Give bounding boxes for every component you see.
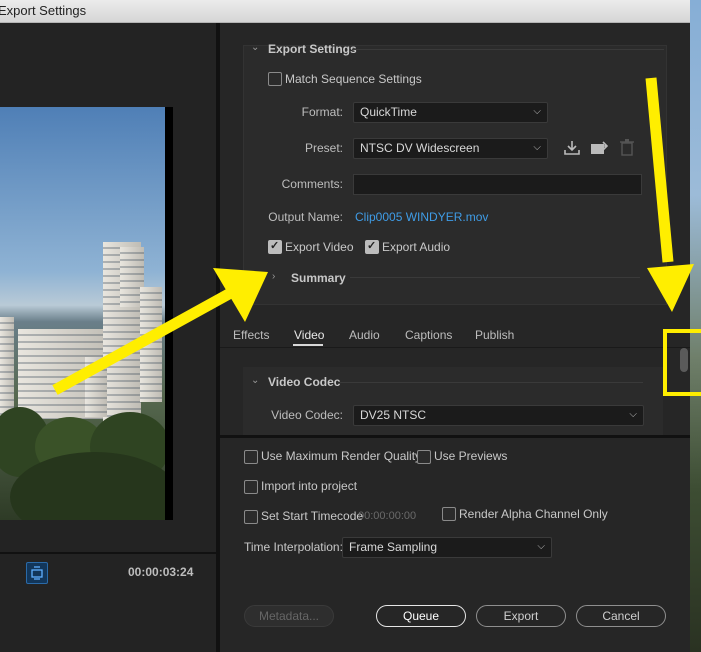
annotation-overlay [52,77,701,396]
annotation-arrow-down [645,77,694,312]
annotation-highlight-box [663,329,701,396]
annotation-arrow-left [52,268,268,395]
